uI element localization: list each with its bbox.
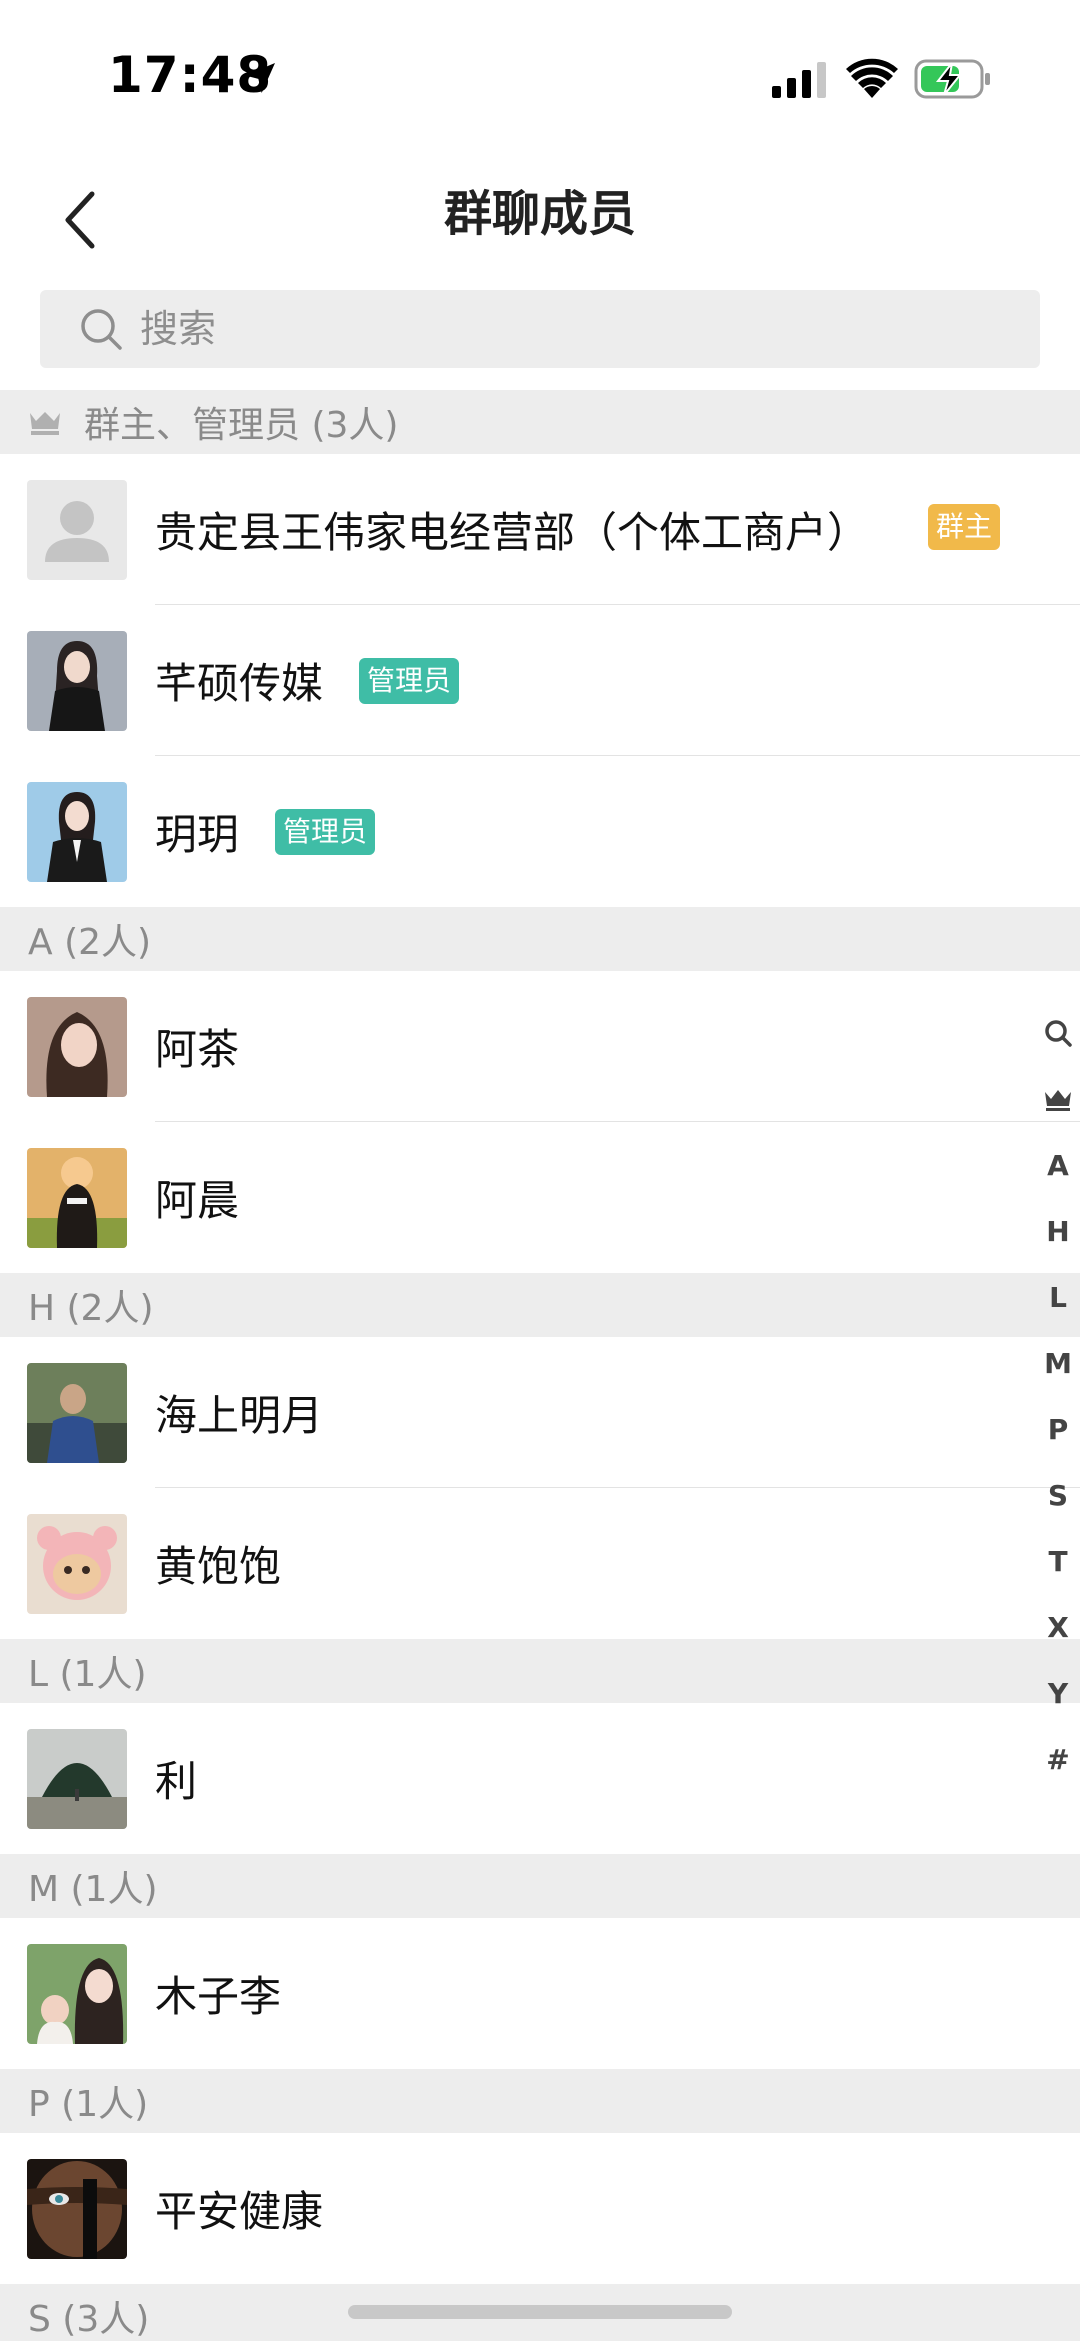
member-row-l-1[interactable]: 利 [0, 1703, 1080, 1854]
section-header-admins: 群主、管理员 (3人) [0, 390, 1080, 454]
member-row-owner[interactable]: 贵定县王伟家电经营部（个体工商户） 群主 [0, 454, 1080, 605]
member-row-a-1[interactable]: 阿茶 [0, 971, 1080, 1122]
search-icon [1045, 1020, 1072, 1047]
index-admins[interactable] [1040, 1066, 1076, 1132]
search-icon [81, 309, 122, 350]
avatar [27, 1728, 127, 1829]
owner-badge: 群主 [928, 504, 1001, 550]
avatar [27, 479, 127, 580]
section-header-h: H (2人) [0, 1273, 1080, 1337]
index-letter-a[interactable]: A [1040, 1132, 1076, 1198]
wifi-icon [846, 58, 898, 98]
member-list: 群主、管理员 (3人) 贵定县王伟家电经营部（个体工商户） 群主 芊硕传媒 管理… [0, 390, 1080, 2341]
avatar [27, 781, 127, 882]
admin-badge: 管理员 [359, 657, 460, 704]
crown-icon [1045, 1090, 1071, 1111]
member-row-admin-1[interactable]: 芊硕传媒 管理员 [0, 605, 1080, 756]
index-letter-y[interactable]: Y [1040, 1660, 1076, 1726]
avatar [27, 630, 127, 731]
index-letter-t[interactable]: T [1040, 1528, 1076, 1594]
battery-charging-icon [914, 59, 990, 99]
member-name: 利 [155, 1757, 198, 1806]
home-indicator [348, 2305, 732, 2319]
index-search[interactable] [1040, 1000, 1076, 1066]
section-header-l: L (1人) [0, 1639, 1080, 1703]
alphabet-index-bar[interactable]: A H L M P S T X Y # [1040, 1000, 1076, 1792]
member-row-a-2[interactable]: 阿晨 [0, 1122, 1080, 1273]
section-header-a: A (2人) [0, 907, 1080, 971]
admin-badge: 管理员 [275, 808, 376, 855]
avatar [27, 1943, 127, 2044]
avatar [27, 1362, 127, 1463]
index-letter-hash[interactable]: # [1040, 1726, 1076, 1792]
location-arrow-icon [245, 63, 275, 93]
avatar [27, 1513, 127, 1614]
section-header-label: 群主、管理员 (3人) [84, 405, 399, 446]
member-name: 贵定县王伟家电经营部（个体工商户） [155, 508, 870, 557]
member-name: 芊硕传媒 [155, 659, 324, 708]
member-name: 平安健康 [155, 2187, 324, 2236]
search-bar[interactable] [40, 290, 1040, 368]
search-input[interactable] [140, 290, 1000, 368]
index-letter-p[interactable]: P [1040, 1396, 1076, 1462]
member-name: 阿晨 [155, 1176, 240, 1225]
index-letter-m[interactable]: M [1040, 1330, 1076, 1396]
index-letter-x[interactable]: X [1040, 1594, 1076, 1660]
avatar [27, 996, 127, 1097]
member-row-admin-2[interactable]: 玥玥 管理员 [0, 756, 1080, 907]
avatar [27, 2158, 127, 2259]
member-name: 黄饱饱 [155, 1542, 282, 1591]
nav-bar: 群聊成员 [0, 160, 1080, 280]
page-title: 群聊成员 [443, 186, 636, 242]
member-name: 海上明月 [155, 1391, 324, 1440]
section-header-m: M (1人) [0, 1854, 1080, 1918]
index-letter-l[interactable]: L [1040, 1264, 1076, 1330]
member-row-h-2[interactable]: 黄饱饱 [0, 1488, 1080, 1639]
member-row-h-1[interactable]: 海上明月 [0, 1337, 1080, 1488]
member-name: 玥玥 [155, 810, 240, 859]
index-letter-s[interactable]: S [1040, 1462, 1076, 1528]
index-letter-h[interactable]: H [1040, 1198, 1076, 1264]
status-bar: 17:48 [0, 0, 1080, 160]
member-row-p-1[interactable]: 平安健康 [0, 2133, 1080, 2284]
member-name: 木子李 [155, 1972, 282, 2021]
crown-icon [30, 412, 60, 435]
app-root: 17:48 群聊成员 搜索 群主、管理员 (3人) 贵定县王伟家电经营部（个体工… [0, 0, 1080, 2341]
member-row-m-1[interactable]: 木子李 [0, 1918, 1080, 2069]
member-name: 阿茶 [155, 1025, 240, 1074]
section-header-p: P (1人) [0, 2069, 1080, 2133]
cellular-signal-icon [772, 62, 826, 98]
avatar [27, 1147, 127, 1248]
